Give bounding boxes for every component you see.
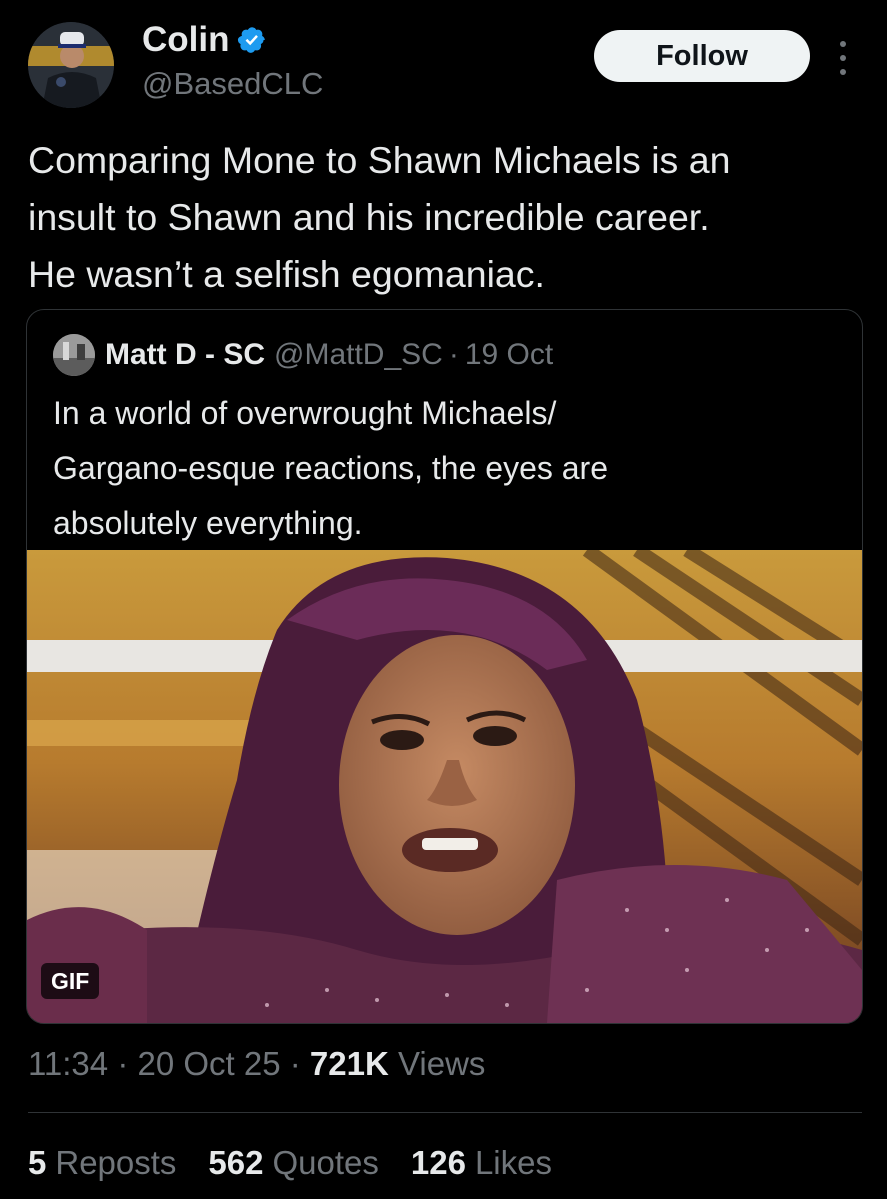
quoted-separator: · — [448, 338, 459, 371]
tweet-time[interactable]: 11:34 — [28, 1045, 108, 1082]
tweet-text: Comparing Mone to Shawn Michaels is an i… — [28, 139, 731, 295]
meta-separator-2: · — [289, 1045, 301, 1082]
reposts-stat[interactable]: 5 Reposts — [28, 1141, 176, 1185]
quoted-handle[interactable]: @MattD_SC — [274, 338, 443, 372]
quotes-count: 562 — [208, 1144, 264, 1181]
views-label: Views — [397, 1045, 486, 1082]
more-options-icon[interactable] — [833, 38, 853, 78]
likes-stat[interactable]: 126 Likes — [411, 1141, 552, 1185]
tweet-date[interactable]: 20 Oct 25 — [137, 1045, 280, 1082]
views-count: 721K — [309, 1045, 389, 1082]
quoted-text: In a world of overwrought Michaels/ Garg… — [53, 395, 608, 541]
quoted-header: Matt D - SC @MattD_SC · 19 Oct — [53, 334, 553, 376]
likes-label: Likes — [474, 1144, 552, 1181]
author-name-row: Colin — [142, 18, 267, 62]
likes-count: 126 — [410, 1144, 466, 1181]
quoted-gif-media[interactable]: GIF — [27, 550, 862, 1023]
reposts-label: Reposts — [55, 1144, 177, 1181]
quotes-label: Quotes — [272, 1144, 379, 1181]
quotes-stat[interactable]: 562 Quotes — [208, 1141, 378, 1185]
follow-button[interactable]: Follow — [594, 30, 810, 82]
author-handle[interactable]: @BasedCLC — [142, 64, 323, 104]
quoted-avatar[interactable] — [53, 334, 95, 376]
author-display-name[interactable]: Colin — [142, 18, 229, 62]
tweet-meta: 11:34 · 20 Oct 25 · 721K Views — [28, 1042, 485, 1086]
gif-badge: GIF — [41, 963, 100, 999]
quoted-date[interactable]: 19 Oct — [465, 338, 553, 372]
reposts-count: 5 — [28, 1144, 47, 1181]
meta-separator-1: · — [117, 1045, 129, 1082]
verified-badge-icon — [238, 27, 266, 53]
author-avatar[interactable] — [28, 22, 114, 108]
quoted-display-name[interactable]: Matt D - SC — [105, 338, 265, 372]
quoted-tweet[interactable]: Matt D - SC @MattD_SC · 19 Oct In a worl… — [26, 309, 863, 1024]
divider — [28, 1112, 862, 1113]
engagement-stats: 5 Reposts 562 Quotes 126 Likes — [28, 1141, 584, 1185]
